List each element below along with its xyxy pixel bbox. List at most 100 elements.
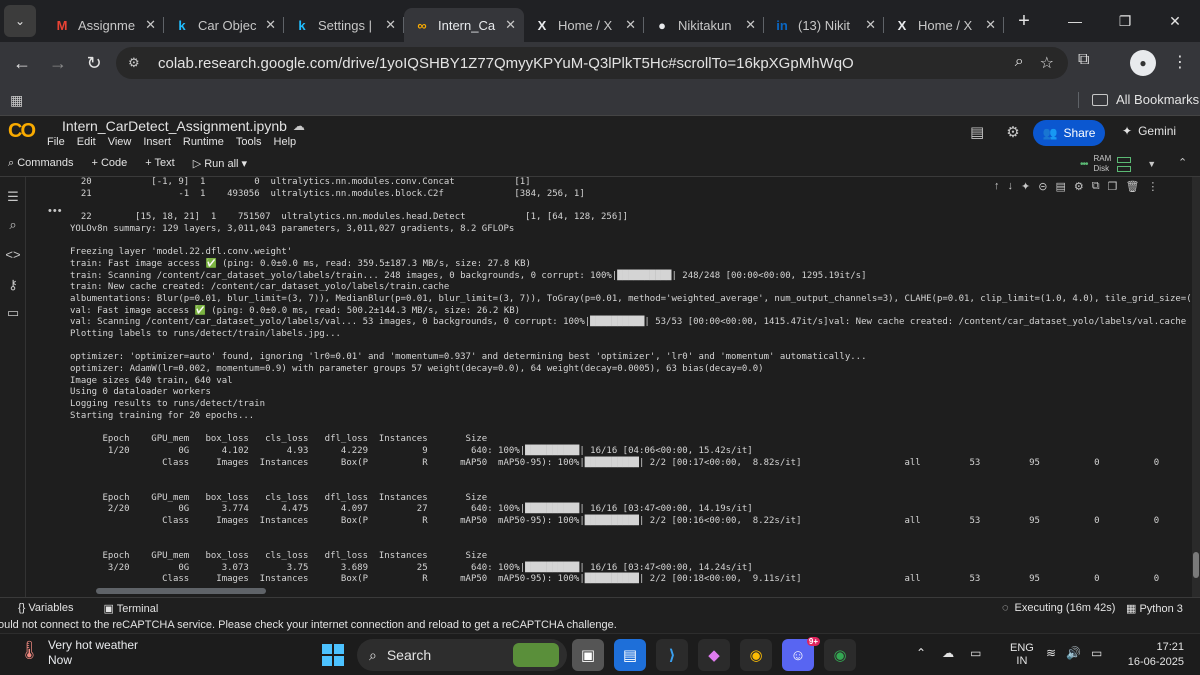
browser-tab[interactable]: ∞ Intern_Ca ✕ — [404, 8, 524, 42]
browser-tab[interactable]: k Car Objec ✕ — [164, 8, 284, 42]
output-menu-icon[interactable]: ••• — [48, 205, 63, 217]
code-snippets-icon[interactable]: <> — [5, 247, 21, 263]
copilot-icon[interactable]: ◆ — [698, 639, 730, 671]
runtime-type[interactable]: ▦ Python 3 — [1126, 602, 1183, 615]
settings-gear-icon[interactable]: ⚙ — [1006, 123, 1019, 141]
more-menu-icon[interactable]: ⋮ — [1172, 52, 1188, 72]
resource-monitor[interactable]: ••• RAM Disk ▼ — [1080, 154, 1156, 174]
apps-grid-icon[interactable]: ▦ — [10, 92, 23, 109]
notebook-title[interactable]: Intern_CarDetect_Assignment.ipynb ☁ — [62, 118, 305, 134]
variables-button[interactable]: {} Variables — [18, 602, 73, 615]
discord-icon[interactable]: ☺ 9+ — [782, 637, 820, 671]
close-tab-icon[interactable]: ✕ — [505, 17, 516, 33]
menu-item-help[interactable]: Help — [274, 136, 297, 148]
tab-title: Car Objec — [198, 17, 257, 33]
weather-widget[interactable]: 🌡 Very hot weather Now — [18, 638, 138, 668]
zoom-search-icon[interactable]: ⌕ — [1015, 53, 1024, 73]
colab-logo[interactable]: CO — [8, 120, 36, 143]
copy-icon[interactable]: ❐ — [1108, 180, 1118, 198]
share-button[interactable]: 👥 Share — [1033, 120, 1105, 146]
tab-search-button[interactable]: ⌄ — [4, 5, 36, 37]
chrome-icon[interactable]: ◉ — [740, 639, 772, 671]
system-clock[interactable]: 17:21 16-06-2025 — [1118, 640, 1184, 670]
find-replace-icon[interactable]: ⌕ — [5, 217, 21, 233]
menu-item-tools[interactable]: Tools — [236, 136, 262, 148]
close-tab-icon[interactable]: ✕ — [745, 17, 756, 33]
quick-settings[interactable]: ≋ 🔊 ▭ — [1046, 646, 1102, 660]
close-tab-icon[interactable]: ✕ — [865, 17, 876, 33]
file-explorer-icon[interactable]: ▤ — [614, 639, 646, 671]
browser-tab[interactable]: ● Nikitakun ✕ — [644, 8, 764, 42]
menu-item-file[interactable]: File — [47, 136, 65, 148]
browser-tab[interactable]: X Home / X ✕ — [524, 8, 644, 42]
files-folder-icon[interactable]: ▭ — [5, 305, 21, 321]
menu-item-view[interactable]: View — [108, 136, 132, 148]
collapse-header-icon[interactable]: ⌃ — [1178, 156, 1187, 169]
windows-start-icon[interactable] — [322, 644, 344, 666]
vertical-scrollbar-thumb[interactable] — [1193, 552, 1199, 578]
menu-item-runtime[interactable]: Runtime — [183, 136, 224, 148]
vertical-scrollbar-track[interactable] — [1192, 177, 1200, 597]
taskbar-search[interactable]: ⌕ Search — [357, 639, 567, 671]
move-down-icon[interactable]: ↓ — [1008, 180, 1014, 198]
back-button[interactable]: ← — [4, 45, 40, 81]
gemini-button[interactable]: ✦ Gemini — [1122, 124, 1176, 138]
language-indicator[interactable]: ENG IN — [1010, 642, 1034, 668]
close-tab-icon[interactable]: ✕ — [265, 17, 276, 33]
all-bookmarks-button[interactable]: All Bookmarks — [1092, 92, 1199, 107]
profile-avatar[interactable]: ● — [1130, 50, 1156, 76]
browser-tab[interactable]: in (13) Nikit ✕ — [764, 8, 884, 42]
cell-settings-icon[interactable]: ⚙ — [1074, 180, 1084, 198]
move-up-icon[interactable]: ↑ — [994, 180, 1000, 198]
all-bookmarks-label: All Bookmarks — [1116, 92, 1200, 107]
show-hidden-icon[interactable]: ⌃ — [916, 646, 926, 660]
close-tab-icon[interactable]: ✕ — [145, 17, 156, 33]
commands-button[interactable]: ⌕ Commands — [8, 157, 73, 170]
close-tab-icon[interactable]: ✕ — [385, 17, 396, 33]
add-text-button[interactable]: + Text — [145, 157, 174, 170]
browser-tab[interactable]: X Home / X ✕ — [884, 8, 1004, 42]
task-view-icon[interactable]: ▣ — [572, 639, 604, 671]
menu-item-edit[interactable]: Edit — [77, 136, 96, 148]
lang-bottom: IN — [1016, 655, 1028, 667]
comments-icon[interactable]: ▤ — [970, 123, 984, 141]
extensions-icon[interactable]: ⧉ — [1078, 51, 1089, 69]
restore-icon[interactable]: ❐ — [1100, 0, 1150, 42]
battery-icon[interactable]: ▭ — [970, 646, 981, 660]
browser-tab[interactable]: M Assignme ✕ — [44, 8, 164, 42]
bookmarks-divider — [1078, 92, 1079, 108]
forward-button[interactable]: → — [40, 45, 76, 81]
browser-tab[interactable]: k Settings | ✕ — [284, 8, 404, 42]
cloud-offline-icon[interactable]: ☁ — [942, 646, 954, 660]
cell-toolbar: ↑ ↓ ✦ ⊝ ▤ ⚙ ⧉ ❐ 🗑 ⋮ — [991, 180, 1162, 198]
reload-button[interactable]: ↻ — [76, 45, 112, 81]
colab-icon: ∞ — [417, 17, 427, 33]
run-all-button[interactable]: ▷ Run all ▾ — [193, 157, 247, 170]
site-info-icon[interactable]: ⚙ — [128, 55, 148, 71]
browser-tab-strip: ⌄ M Assignme ✕ k Car Objec ✕ k Settings | ✕ ∞ Inte… — [0, 0, 1200, 42]
chevron-down-icon[interactable]: ▼ — [1147, 159, 1156, 169]
link-icon[interactable]: ⊝ — [1038, 180, 1047, 198]
chrome-alt-icon[interactable]: ◉ — [824, 639, 856, 671]
close-tab-icon[interactable]: ✕ — [625, 17, 636, 33]
table-of-contents-icon[interactable]: ☰ — [5, 189, 21, 205]
add-code-button[interactable]: + Code — [91, 157, 127, 170]
secrets-key-icon[interactable]: ⚷ — [5, 277, 21, 293]
comment-icon[interactable]: ▤ — [1055, 180, 1065, 198]
gemini-cell-icon[interactable]: ✦ — [1021, 180, 1030, 198]
delete-icon[interactable]: 🗑 — [1125, 180, 1139, 198]
log-line: Epoch GPU_mem box_loss cls_loss dfl_loss… — [70, 551, 488, 561]
new-tab-button[interactable]: + — [1010, 10, 1038, 33]
menu-item-insert[interactable]: Insert — [143, 136, 171, 148]
terminal-button[interactable]: ▣ Terminal — [103, 602, 158, 615]
more-options-icon[interactable]: ⋮ — [1147, 180, 1158, 198]
execution-status[interactable]: ◌ Executing (16m 42s) — [1002, 602, 1115, 614]
bookmark-star-icon[interactable]: ☆ — [1040, 53, 1054, 73]
close-tab-icon[interactable]: ✕ — [985, 17, 996, 33]
vscode-icon[interactable]: ⟩ — [656, 639, 688, 671]
minimize-icon[interactable]: — — [1050, 0, 1100, 42]
address-bar[interactable]: ⚙ colab.research.google.com/drive/1yoIQS… — [116, 47, 1068, 79]
horizontal-scrollbar[interactable] — [96, 588, 266, 594]
close-window-icon[interactable]: ✕ — [1150, 0, 1200, 42]
mirror-cell-icon[interactable]: ⧉ — [1092, 180, 1100, 198]
